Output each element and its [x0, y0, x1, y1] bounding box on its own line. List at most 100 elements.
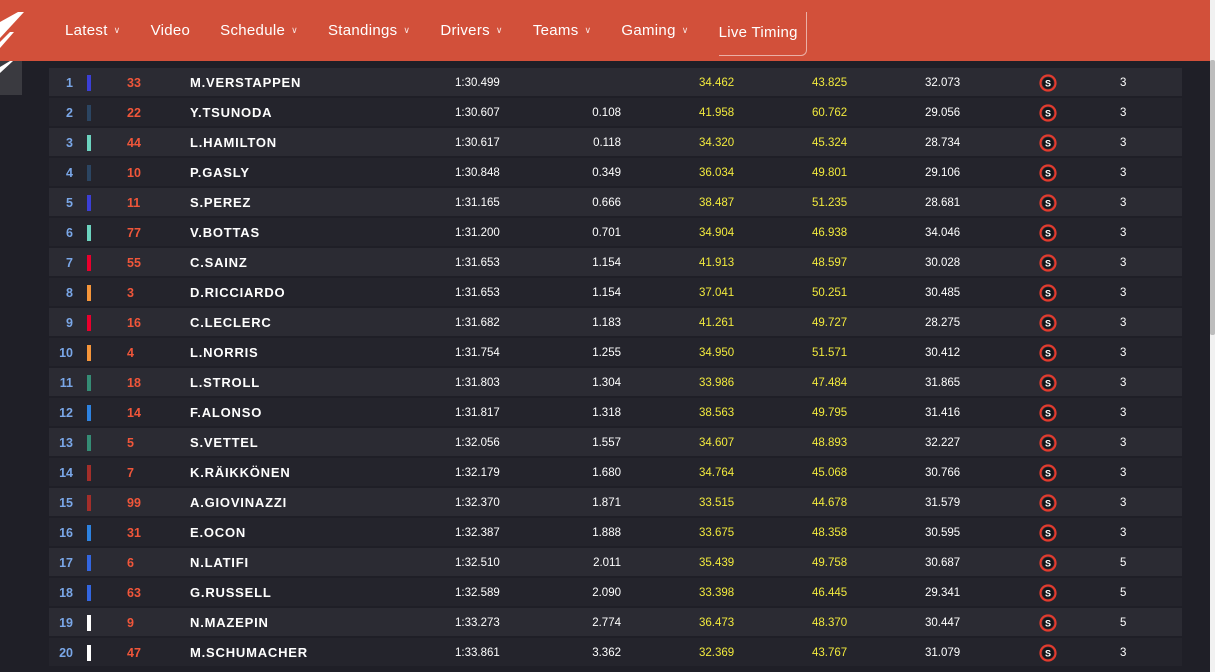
- lap-time-cell: 1:30.848: [455, 167, 500, 179]
- team-color-bar: [87, 75, 91, 91]
- table-row[interactable]: 17 6 N.LATIFI 1:32.510 2.011 35.439 49.758 30.6…: [49, 548, 1182, 576]
- nav-item-label: Latest: [65, 22, 108, 39]
- chevron-down-icon: ∨: [291, 25, 298, 35]
- laps-cell: 3: [1120, 317, 1127, 329]
- nav-item-standings[interactable]: Standings ∨: [328, 22, 410, 39]
- laps-cell: 3: [1120, 407, 1127, 419]
- sector1-cell: 41.958: [699, 107, 735, 119]
- sector3-cell: 28.734: [925, 137, 961, 149]
- table-row[interactable]: 19 9 N.MAZEPIN 1:33.273 2.774 36.473 48.370 30.…: [49, 608, 1182, 636]
- sector2-cell: 49.801: [812, 167, 848, 179]
- laps-cell: 3: [1120, 257, 1127, 269]
- soft-tyre-icon: S: [1039, 164, 1057, 182]
- nav-item-latest[interactable]: Latest ∨: [65, 22, 121, 39]
- tyre-compound-label: S: [1045, 318, 1051, 328]
- table-row[interactable]: 18 63 G.RUSSELL 1:32.589 2.090 33.398 46.445 29…: [49, 578, 1182, 606]
- side-panel-toggle[interactable]: [0, 61, 22, 95]
- nav-item-label: Teams: [532, 22, 579, 39]
- sector3-cell: 30.766: [925, 467, 961, 479]
- table-row[interactable]: 13 5 S.VETTEL 1:32.056 1.557 34.607 48.893 32.2…: [49, 428, 1182, 456]
- sector3-cell: 31.865: [925, 377, 961, 389]
- page-scrollbar[interactable]: [1210, 0, 1215, 672]
- nav-item-gaming[interactable]: Gaming ∨: [621, 22, 688, 39]
- sector3-cell: 29.106: [925, 167, 961, 179]
- gap-cell: 0.118: [593, 137, 621, 149]
- soft-tyre-icon: S: [1039, 374, 1057, 392]
- laps-cell: 3: [1120, 347, 1127, 359]
- sector1-cell: 38.563: [699, 407, 735, 419]
- driver-name-cell: E.OCON: [190, 525, 247, 540]
- chevron-down-icon: ∨: [495, 25, 503, 35]
- lap-time-cell: 1:30.499: [455, 77, 500, 89]
- car-number-cell: 16: [127, 316, 141, 330]
- table-row[interactable]: 5 11 S.PEREZ 1:31.165 0.666 38.487 51.235 28.68…: [49, 188, 1182, 216]
- nav-item-live-timing[interactable]: Live Timing: [718, 11, 807, 56]
- table-row[interactable]: 4 10 P.GASLY 1:30.848 0.349 36.034 49.801 29.10…: [49, 158, 1182, 186]
- table-row[interactable]: 9 16 C.LECLERC 1:31.682 1.183 41.261 49.727 28.…: [49, 308, 1182, 336]
- car-number-cell: 6: [127, 556, 134, 570]
- car-number-cell: 3: [127, 286, 134, 300]
- driver-name-cell: D.RICCIARDO: [190, 285, 286, 300]
- sector3-cell: 31.579: [925, 497, 961, 509]
- sector2-cell: 43.825: [812, 77, 848, 89]
- gap-cell: 2.090: [592, 587, 621, 599]
- table-row[interactable]: 8 3 D.RICCIARDO 1:31.653 1.154 37.041 50.251 30…: [49, 278, 1182, 306]
- table-row[interactable]: 14 7 K.RÄIKKÖNEN 1:32.179 1.680 34.764 45.068 3…: [49, 458, 1182, 486]
- sector3-cell: 30.028: [925, 257, 961, 269]
- tyre-compound-label: S: [1045, 108, 1051, 118]
- table-row[interactable]: 20 47 M.SCHUMACHER 1:33.861 3.362 32.369 43.76…: [49, 638, 1182, 666]
- tyre-compound-label: S: [1045, 198, 1051, 208]
- sector2-cell: 51.235: [812, 197, 848, 209]
- position-cell: 7: [66, 256, 73, 270]
- soft-tyre-icon: S: [1039, 524, 1057, 542]
- table-row[interactable]: 10 4 L.NORRIS 1:31.754 1.255 34.950 51.571 30.4…: [49, 338, 1182, 366]
- tyre-compound-label: S: [1045, 468, 1051, 478]
- car-number-cell: 9: [127, 616, 134, 630]
- laps-cell: 3: [1120, 287, 1127, 299]
- table-row[interactable]: 11 18 L.STROLL 1:31.803 1.304 33.986 47.484 31.…: [49, 368, 1182, 396]
- live-timing-table: 1 33 M.VERSTAPPEN 1:30.499 34.462 43.825 32.07…: [49, 68, 1182, 668]
- team-color-bar: [87, 525, 91, 541]
- nav-item-schedule[interactable]: Schedule ∨: [220, 22, 298, 39]
- table-row[interactable]: 16 31 E.OCON 1:32.387 1.888 33.675 48.358 30.59…: [49, 518, 1182, 546]
- scrollbar-thumb[interactable]: [1210, 60, 1215, 335]
- position-cell: 14: [59, 466, 73, 480]
- gap-cell: 0.349: [592, 167, 621, 179]
- table-row[interactable]: 3 44 L.HAMILTON 1:30.617 0.118 34.320 45.324 28…: [49, 128, 1182, 156]
- gap-cell: 2.774: [592, 617, 621, 629]
- sector3-cell: 30.485: [925, 287, 961, 299]
- team-color-bar: [87, 615, 91, 631]
- sector1-cell: 34.320: [699, 137, 735, 149]
- f1-logo-fragment-icon: [0, 61, 13, 73]
- lap-time-cell: 1:31.200: [455, 227, 500, 239]
- sector1-cell: 34.607: [699, 437, 735, 449]
- f1-logo-icon[interactable]: [0, 12, 24, 48]
- table-row[interactable]: 7 55 C.SAINZ 1:31.653 1.154 41.913 48.597 30.02…: [49, 248, 1182, 276]
- gap-cell: 1.871: [592, 497, 621, 509]
- gap-cell: 0.701: [592, 227, 621, 239]
- sector1-cell: 41.261: [699, 317, 735, 329]
- position-cell: 4: [66, 166, 73, 180]
- chevron-down-icon: ∨: [403, 25, 411, 35]
- nav-item-teams[interactable]: Teams ∨: [533, 22, 592, 39]
- soft-tyre-icon: S: [1039, 314, 1057, 332]
- position-cell: 6: [66, 226, 73, 240]
- car-number-cell: 99: [127, 496, 141, 510]
- nav-item-video[interactable]: Video: [151, 22, 191, 39]
- tyre-compound-label: S: [1045, 258, 1051, 268]
- tyre-compound-label: S: [1045, 528, 1051, 538]
- chevron-down-icon: ∨: [584, 25, 592, 35]
- car-number-cell: 5: [127, 436, 134, 450]
- table-row[interactable]: 2 22 Y.TSUNODA 1:30.607 0.108 41.958 60.762 29.…: [49, 98, 1182, 126]
- tyre-compound-label: S: [1045, 378, 1051, 388]
- table-row[interactable]: 6 77 V.BOTTAS 1:31.200 0.701 34.904 46.938 34.0…: [49, 218, 1182, 246]
- table-row[interactable]: 12 14 F.ALONSO 1:31.817 1.318 38.563 49.795 31.…: [49, 398, 1182, 426]
- lap-time-cell: 1:31.653: [455, 287, 500, 299]
- nav-item-drivers[interactable]: Drivers ∨: [440, 22, 503, 39]
- team-color-bar: [87, 405, 91, 421]
- position-cell: 5: [66, 196, 73, 210]
- car-number-cell: 4: [127, 346, 134, 360]
- position-cell: 1: [66, 76, 73, 90]
- table-row[interactable]: 1 33 M.VERSTAPPEN 1:30.499 34.462 43.825 32.07…: [49, 68, 1182, 96]
- table-row[interactable]: 15 99 A.GIOVINAZZI 1:32.370 1.871 33.515 44.67…: [49, 488, 1182, 516]
